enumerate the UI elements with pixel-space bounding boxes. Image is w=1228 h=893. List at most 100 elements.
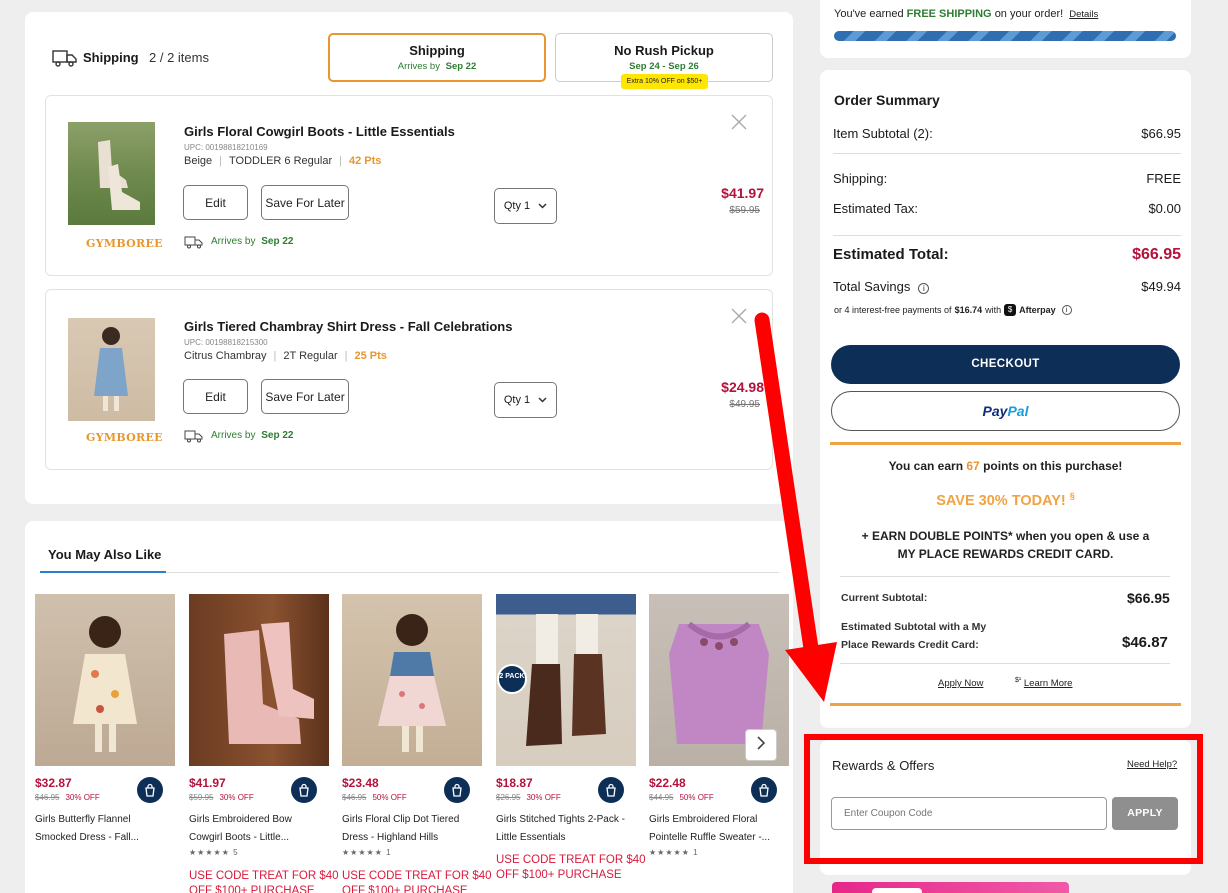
estimated-card-subtotal-value: $46.87 (1122, 634, 1168, 651)
info-icon[interactable]: i (1061, 305, 1072, 315)
product-tile[interactable]: $23.48 $46.95 50% OFF Girls Floral Clip D… (342, 594, 492, 893)
earn-points-message: You can earn 67 points on this purchase! (888, 459, 1123, 473)
learn-more-link[interactable]: $¹ Learn More (1015, 677, 1072, 689)
product-image[interactable] (342, 594, 482, 766)
summary-divider (833, 153, 1181, 154)
free-shipping-progress (834, 31, 1176, 41)
savings-row: Total Savings i $49.94 (833, 279, 1181, 294)
brand-logo: GYMBOREE (86, 431, 163, 444)
add-to-bag-icon[interactable] (751, 777, 777, 803)
product-name[interactable]: Girls Butterfly Flannel Smocked Dress - F… (35, 811, 175, 847)
product-name[interactable]: Girls Embroidered Bow Cowgirl Boots - Lit… (189, 811, 329, 847)
close-icon[interactable] (730, 113, 748, 131)
product-color: Citrus Chambray (184, 350, 267, 362)
truck-icon (52, 48, 78, 68)
original-price: $59.95 (729, 205, 760, 216)
product-attributes: Beige | TODDLER 6 Regular | 42 Pts (184, 155, 382, 167)
product-price: $18.87 (496, 776, 533, 790)
total-row: Estimated Total: $66.95 (833, 246, 1181, 263)
product-name[interactable]: Girls Tiered Chambray Shirt Dress - Fall… (184, 319, 512, 334)
free-shipping-message: You've earned FREE SHIPPING on your orde… (834, 8, 1099, 20)
product-name[interactable]: Girls Floral Clip Dot Tiered Dress - High… (342, 811, 482, 847)
afterpay-message: or 4 interest-free payments of $16.74 wi… (834, 304, 1072, 316)
product-upc: UPC: 00198818215300 (184, 338, 268, 347)
add-to-bag-icon[interactable] (598, 777, 624, 803)
product-tile[interactable]: 2 PACK $18.87 $26.95 30% OFF Girls Stitch… (496, 594, 646, 881)
truck-icon (184, 235, 204, 249)
product-was-price: $59.95 30% OFF (189, 793, 254, 802)
pickup-option-title: No Rush Pickup (614, 43, 714, 58)
product-size: 2T Regular (283, 350, 338, 362)
save-for-later-button[interactable]: Save For Later (261, 379, 349, 414)
truck-icon (184, 429, 204, 443)
product-name[interactable]: Girls Floral Cowgirl Boots - Little Esse… (184, 124, 455, 139)
shipping-row: Shipping: FREE (833, 171, 1181, 186)
shipping-option-standard[interactable]: Shipping Arrives by Sep 22 (328, 33, 546, 82)
product-attributes: Citrus Chambray | 2T Regular | 25 Pts (184, 350, 387, 362)
product-upc: UPC: 00198818210169 (184, 143, 268, 152)
rewards-divider (840, 576, 1170, 577)
product-image[interactable] (68, 318, 155, 421)
double-points-message: + EARN DOUBLE POINTS* when you open & us… (861, 529, 1150, 561)
recommendations-tab-underline (40, 571, 166, 573)
apply-now-link[interactable]: Apply Now (938, 678, 983, 689)
product-points: 42 Pts (348, 155, 382, 167)
add-to-bag-icon[interactable] (137, 777, 163, 803)
chevron-down-icon (538, 394, 547, 406)
afterpay-logo-icon: $ (1004, 304, 1017, 316)
two-pack-badge: 2 PACK (497, 664, 527, 694)
edit-button[interactable]: Edit (183, 379, 248, 414)
product-tile[interactable]: $41.97 $59.95 30% OFF Girls Embroidered B… (189, 594, 339, 893)
promo-banner-pill (872, 888, 922, 893)
promo-text: USE CODE TREAT FOR $40 OFF $100+ PURCHASE (189, 870, 339, 893)
recommendations-title: You May Also Like (48, 547, 162, 562)
product-name[interactable]: Girls Stitched Tights 2-Pack - Little Ess… (496, 811, 636, 847)
brand-logo: GYMBOREE (86, 237, 163, 250)
pickup-discount-badge: Extra 10% OFF on $50+ (621, 74, 708, 89)
product-name[interactable]: Girls Embroidered Floral Pointelle Ruffle… (649, 811, 789, 847)
arrival-date: Arrives by Sep 22 (211, 430, 294, 441)
arrival-date: Arrives by Sep 22 (211, 236, 294, 247)
promo-text: USE CODE TREAT FOR $40 OFF $100+ PURCHASE (496, 854, 646, 881)
subtotal-row: Item Subtotal (2): $66.95 (833, 126, 1181, 141)
product-image[interactable]: 2 PACK (496, 594, 636, 766)
carousel-next-button[interactable] (745, 729, 777, 761)
product-image[interactable] (189, 594, 329, 766)
add-to-bag-icon[interactable] (444, 777, 470, 803)
product-image[interactable] (35, 594, 175, 766)
promo-banner[interactable] (832, 882, 1069, 893)
shipping-option-pickup[interactable]: No Rush Pickup Sep 24 - Sep 26 Extra 10%… (555, 33, 773, 89)
details-link[interactable]: Details (1069, 9, 1098, 20)
sale-price: $41.97 (721, 185, 764, 201)
edit-button[interactable]: Edit (183, 185, 248, 220)
quantity-select[interactable]: Qty 1 (494, 188, 557, 224)
annotation-highlight-box (804, 734, 1203, 864)
shipping-option-title: Shipping (409, 43, 465, 58)
product-price: $22.48 (649, 776, 686, 790)
add-to-bag-icon[interactable] (291, 777, 317, 803)
estimated-card-subtotal-label: Estimated Subtotal with a My Place Rewar… (841, 621, 987, 651)
product-color: Beige (184, 155, 213, 167)
summary-divider (833, 235, 1181, 236)
annotation-arrow (740, 310, 850, 710)
save-for-later-button[interactable]: Save For Later (261, 185, 349, 220)
info-icon[interactable]: i (918, 283, 930, 294)
rewards-top-rule (830, 442, 1181, 445)
product-was-price: $46.95 30% OFF (35, 793, 100, 802)
cart-item: GYMBOREE Girls Tiered Chambray Shirt Dre… (45, 289, 773, 470)
product-size: TODDLER 6 Regular (229, 155, 333, 167)
product-image[interactable] (68, 122, 155, 225)
product-points: 25 Pts (354, 350, 387, 362)
checkout-button[interactable]: CHECKOUT (831, 345, 1180, 384)
order-summary-title: Order Summary (834, 92, 940, 108)
shipping-count: 2 / 2 items (149, 50, 209, 65)
shipping-option-arrival: Arrives by Sep 22 (397, 61, 477, 72)
recommendations-divider (166, 572, 779, 573)
product-tile[interactable]: $32.87 $46.95 30% OFF Girls Butterfly Fla… (35, 594, 175, 843)
quantity-select[interactable]: Qty 1 (494, 382, 557, 418)
product-was-price: $44.95 50% OFF (649, 793, 714, 802)
paypal-button[interactable]: PayPal (831, 391, 1180, 431)
tax-row: Estimated Tax: $0.00 (833, 201, 1181, 216)
pickup-option-dates: Sep 24 - Sep 26 (629, 61, 699, 72)
product-price: $32.87 (35, 776, 72, 790)
